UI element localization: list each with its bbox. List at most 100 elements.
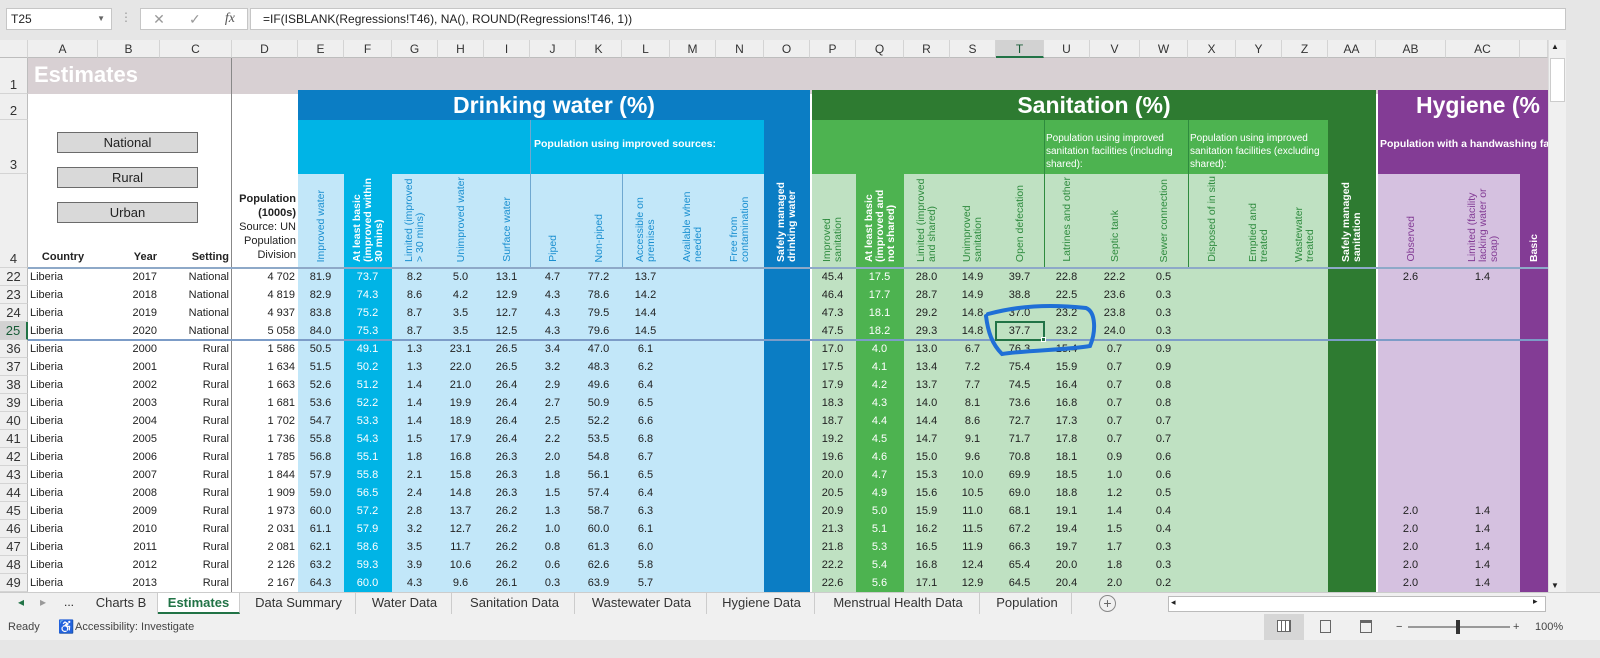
column-header-ab[interactable]: AB	[1376, 40, 1446, 58]
row-header-24[interactable]: 24	[0, 304, 28, 322]
page-break-icon[interactable]	[1360, 620, 1372, 633]
cell-d36[interactable]: 1 586	[234, 340, 295, 358]
cell-d23[interactable]: 4 819	[234, 286, 295, 304]
cell-g42[interactable]: 1.8	[394, 448, 435, 466]
cell-r49[interactable]: 17.1	[906, 574, 947, 592]
cell-s23[interactable]: 14.9	[952, 286, 993, 304]
cell-g44[interactable]: 2.4	[394, 484, 435, 502]
cell-u44[interactable]: 18.8	[1046, 484, 1087, 502]
cell-k36[interactable]: 47.0	[578, 340, 619, 358]
cell-u38[interactable]: 16.4	[1046, 376, 1087, 394]
cell-h42[interactable]: 16.8	[440, 448, 481, 466]
cell-q25[interactable]: 18.2	[858, 322, 901, 340]
cell-r42[interactable]: 15.0	[906, 448, 947, 466]
cell-h40[interactable]: 18.9	[440, 412, 481, 430]
cell-f42[interactable]: 55.1	[346, 448, 389, 466]
cell-f43[interactable]: 55.8	[346, 466, 389, 484]
cell-g47[interactable]: 3.5	[394, 538, 435, 556]
row-header-40[interactable]: 40	[0, 412, 28, 430]
name-box[interactable]: T25 ▼	[6, 8, 112, 30]
tab-data-summary[interactable]: Data Summary	[242, 593, 356, 614]
cell-c40[interactable]: Rural	[162, 412, 229, 430]
cell-l49[interactable]: 5.7	[624, 574, 667, 592]
cell-s22[interactable]: 14.9	[952, 268, 993, 286]
row-header-48[interactable]: 48	[0, 556, 28, 574]
cell-u25[interactable]: 23.2	[1046, 322, 1087, 340]
cell-i47[interactable]: 26.2	[486, 538, 527, 556]
scroll-up-icon[interactable]: ▲	[1551, 42, 1559, 51]
zoom-level[interactable]: 100%	[1535, 614, 1563, 640]
tab-more-button[interactable]: ...	[64, 595, 74, 609]
cell-s47[interactable]: 11.9	[952, 538, 993, 556]
cell-h36[interactable]: 23.1	[440, 340, 481, 358]
cell-ab49[interactable]: 2.0	[1378, 574, 1443, 592]
cell-d43[interactable]: 1 844	[234, 466, 295, 484]
cell-b42[interactable]: 2006	[100, 448, 157, 466]
cell-s37[interactable]: 7.2	[952, 358, 993, 376]
cell-ab22[interactable]: 2.6	[1378, 268, 1443, 286]
column-header-e[interactable]: E	[298, 40, 344, 58]
row-header-36[interactable]: 36	[0, 340, 28, 358]
cell-e43[interactable]: 57.9	[300, 466, 341, 484]
cell-l41[interactable]: 6.8	[624, 430, 667, 448]
row-header-42[interactable]: 42	[0, 448, 28, 466]
cell-c41[interactable]: Rural	[162, 430, 229, 448]
cell-r22[interactable]: 28.0	[906, 268, 947, 286]
cell-j25[interactable]: 4.3	[532, 322, 573, 340]
cell-c22[interactable]: National	[162, 268, 229, 286]
column-header-ac[interactable]: AC	[1446, 40, 1520, 58]
cell-c39[interactable]: Rural	[162, 394, 229, 412]
cell-q23[interactable]: 17.7	[858, 286, 901, 304]
cell-i49[interactable]: 26.1	[486, 574, 527, 592]
cell-p22[interactable]: 45.4	[812, 268, 853, 286]
cell-h49[interactable]: 9.6	[440, 574, 481, 592]
select-all-corner[interactable]	[0, 40, 28, 58]
cell-g45[interactable]: 2.8	[394, 502, 435, 520]
cell-a42[interactable]: Liberia	[30, 448, 95, 466]
cell-w48[interactable]: 0.3	[1142, 556, 1185, 574]
cell-g46[interactable]: 3.2	[394, 520, 435, 538]
cell-j47[interactable]: 0.8	[532, 538, 573, 556]
cell-ac22[interactable]: 1.4	[1448, 268, 1517, 286]
cell-p49[interactable]: 22.6	[812, 574, 853, 592]
column-header-i[interactable]: I	[484, 40, 530, 58]
scroll-down-icon[interactable]: ▼	[1551, 581, 1559, 590]
cell-v45[interactable]: 1.4	[1092, 502, 1137, 520]
cell-b49[interactable]: 2013	[100, 574, 157, 592]
cell-w23[interactable]: 0.3	[1142, 286, 1185, 304]
cell-i23[interactable]: 12.9	[486, 286, 527, 304]
cell-k49[interactable]: 63.9	[578, 574, 619, 592]
row-header-43[interactable]: 43	[0, 466, 28, 484]
cell-b44[interactable]: 2008	[100, 484, 157, 502]
formula-input[interactable]: =IF(ISBLANK(Regressions!T46), NA(), ROUN…	[250, 8, 1566, 30]
cell-f41[interactable]: 54.3	[346, 430, 389, 448]
cell-v37[interactable]: 0.7	[1092, 358, 1137, 376]
cell-e24[interactable]: 83.8	[300, 304, 341, 322]
cell-h45[interactable]: 13.7	[440, 502, 481, 520]
fx-icon[interactable]: fx	[225, 11, 235, 27]
cell-d42[interactable]: 1 785	[234, 448, 295, 466]
cell-l24[interactable]: 14.4	[624, 304, 667, 322]
cell-t23[interactable]: 38.8	[998, 286, 1041, 304]
row-header-1[interactable]: 1	[0, 58, 28, 94]
cell-v22[interactable]: 22.2	[1092, 268, 1137, 286]
normal-view-button[interactable]	[1264, 614, 1304, 640]
cell-q37[interactable]: 4.1	[858, 358, 901, 376]
cell-f23[interactable]: 74.3	[346, 286, 389, 304]
zoom-out-button[interactable]: −	[1396, 614, 1402, 640]
cell-l39[interactable]: 6.5	[624, 394, 667, 412]
column-header-n[interactable]: N	[716, 40, 764, 58]
cell-d44[interactable]: 1 909	[234, 484, 295, 502]
cell-c38[interactable]: Rural	[162, 376, 229, 394]
column-header-t[interactable]: T	[996, 40, 1044, 58]
cell-w25[interactable]: 0.3	[1142, 322, 1185, 340]
cell-j44[interactable]: 1.5	[532, 484, 573, 502]
cell-ac48[interactable]: 1.4	[1448, 556, 1517, 574]
cell-u39[interactable]: 16.8	[1046, 394, 1087, 412]
cell-a40[interactable]: Liberia	[30, 412, 95, 430]
cell-g48[interactable]: 3.9	[394, 556, 435, 574]
spreadsheet-grid[interactable]: A B C D E F G H I J K L M N O P Q R S T U V W X Y Z AA AB AC 1 2 3 4 Esti…	[0, 40, 1566, 592]
cell-a43[interactable]: Liberia	[30, 466, 95, 484]
cell-l47[interactable]: 6.0	[624, 538, 667, 556]
column-header-p[interactable]: P	[810, 40, 856, 58]
